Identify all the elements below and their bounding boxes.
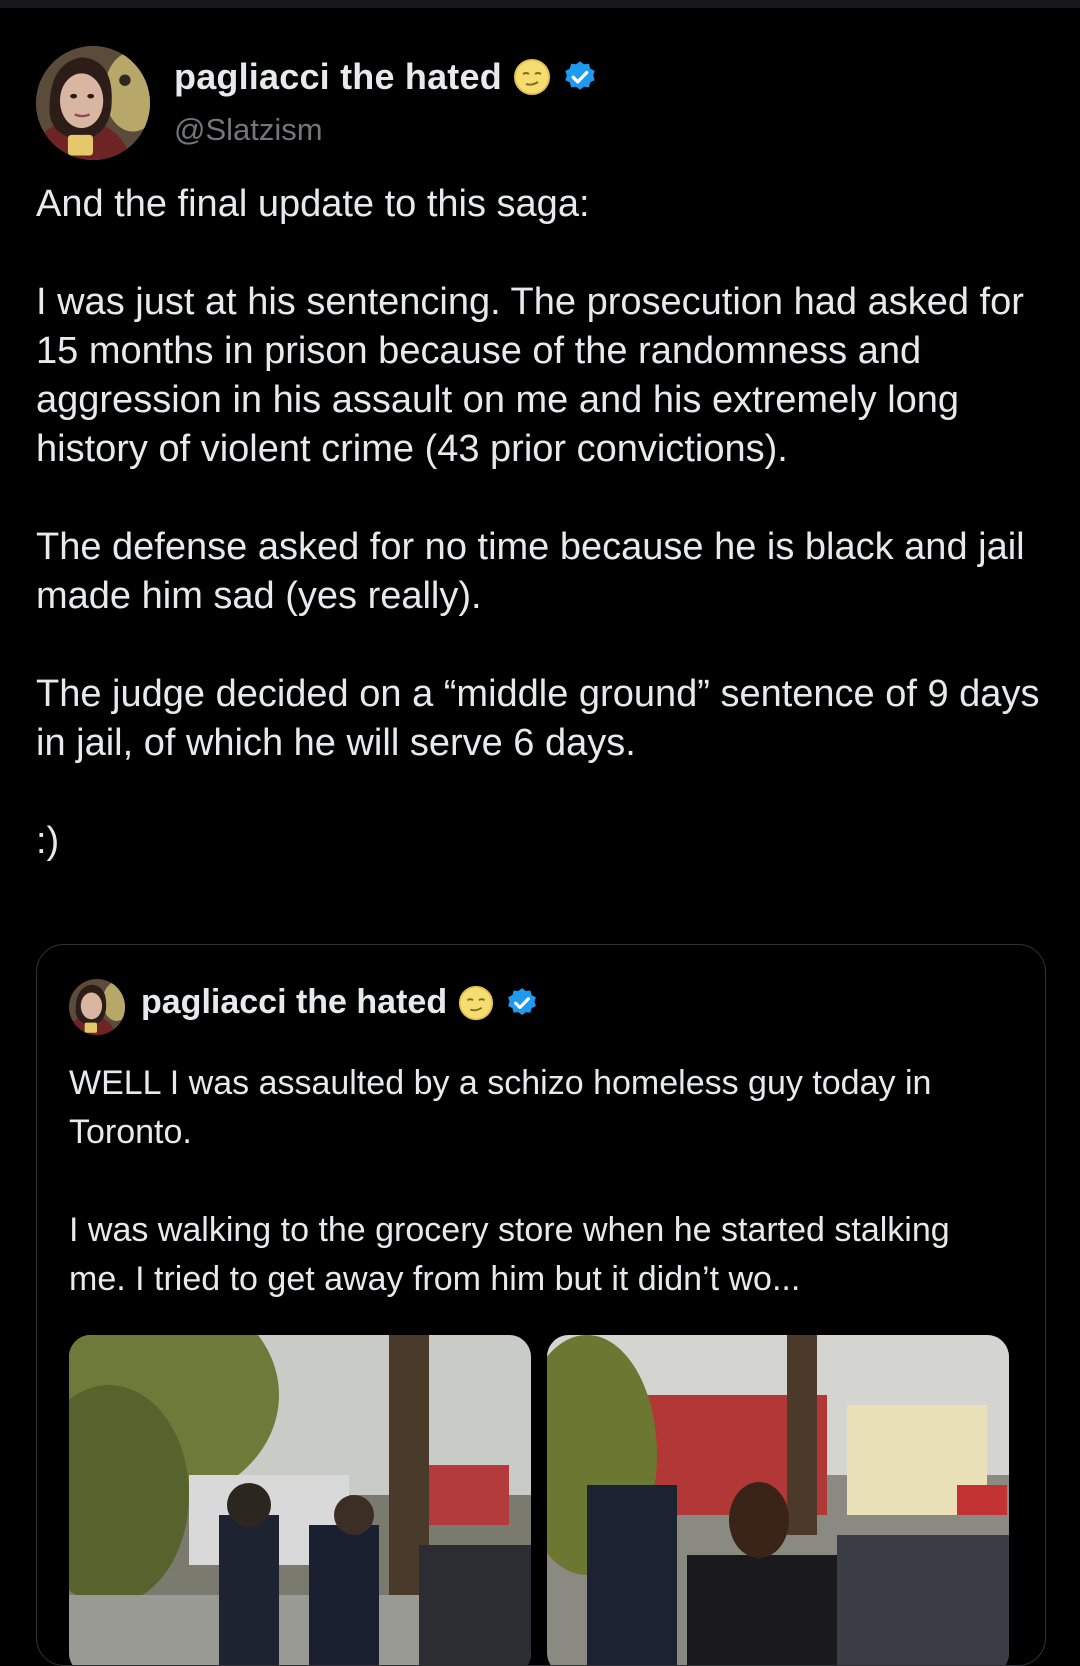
- smug-moon-face-icon: [513, 59, 550, 95]
- avatar-image: [36, 46, 150, 160]
- avatar[interactable]: [36, 46, 150, 160]
- quoted-paragraph: WELL I was assaulted by a schizo homeles…: [69, 1064, 932, 1151]
- quoted-media-photo-2[interactable]: [547, 1335, 1009, 1665]
- quoted-display-name[interactable]: pagliacci the hated: [141, 983, 447, 1022]
- quoted-author-name-row[interactable]: pagliacci the hated: [141, 983, 539, 1022]
- redaction-quote: [577, 965, 1017, 1045]
- top-strip: [0, 0, 1080, 8]
- smug-moon-face-icon: [458, 985, 494, 1020]
- quoted-media-photo-1[interactable]: [69, 1335, 531, 1665]
- quoted-tweet-text: WELL I was assaulted by a schizo homeles…: [69, 1059, 1009, 1304]
- quoted-avatar-image: [69, 979, 125, 1035]
- display-name[interactable]: pagliacci the hated: [174, 56, 502, 98]
- tweet-paragraph: :): [36, 820, 60, 862]
- quoted-avatar[interactable]: [69, 979, 125, 1035]
- tweet-header: pagliacci the hated @Slatzism: [36, 46, 1046, 162]
- tweet-paragraph: The defense asked for no time because he…: [36, 526, 1025, 617]
- tweet-paragraph: And the final update to this saga:: [36, 183, 590, 225]
- author-handle[interactable]: @Slatzism: [174, 112, 323, 148]
- tweet-text: And the final update to this saga: I was…: [36, 180, 1046, 866]
- verified-badge-icon[interactable]: [505, 986, 539, 1020]
- tweet-paragraph: I was just at his sentencing. The prosec…: [36, 281, 1024, 470]
- author-name-row[interactable]: pagliacci the hated: [174, 56, 598, 98]
- street-police-photo: [69, 1335, 531, 1665]
- verified-badge-icon[interactable]: [562, 59, 598, 95]
- quoted-tweet-card[interactable]: pagliacci the hated WELL I was assaulted…: [36, 944, 1046, 1666]
- quoted-paragraph: I was walking to the grocery store when …: [69, 1211, 950, 1298]
- tweet-paragraph: The judge decided on a “middle ground” s…: [36, 673, 1040, 764]
- man-near-cars-photo: [547, 1335, 1009, 1665]
